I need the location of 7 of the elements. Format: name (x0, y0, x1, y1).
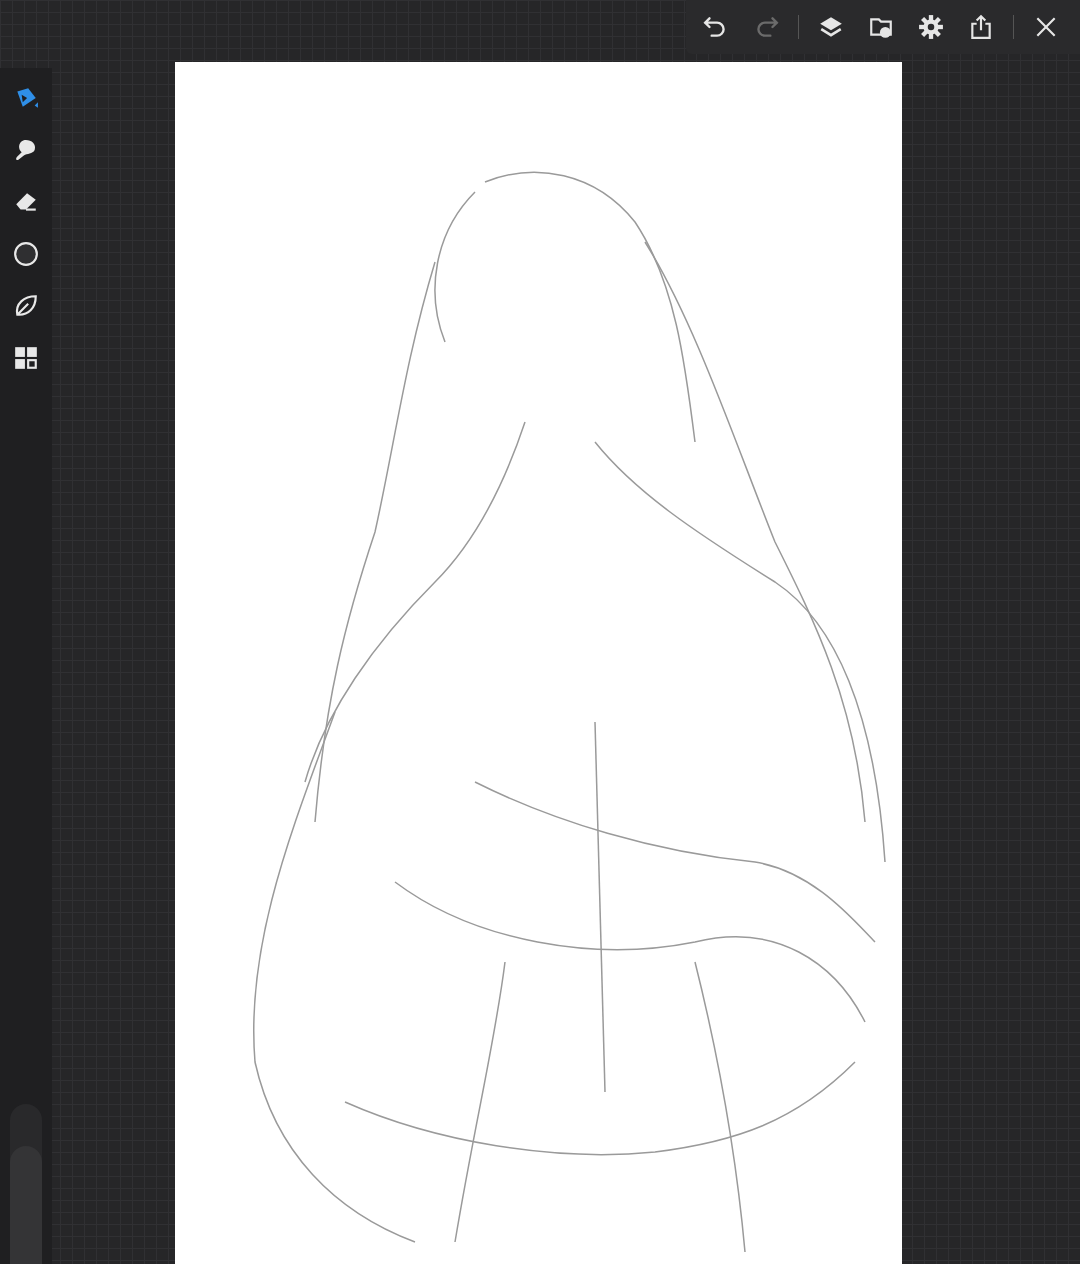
color-tool[interactable] (12, 240, 40, 268)
share-icon (968, 14, 994, 40)
circle-icon (13, 241, 39, 267)
settings-icon (918, 14, 944, 40)
leaf-icon (13, 293, 39, 319)
gallery-tool[interactable] (12, 344, 40, 372)
grid-icon (13, 345, 39, 371)
